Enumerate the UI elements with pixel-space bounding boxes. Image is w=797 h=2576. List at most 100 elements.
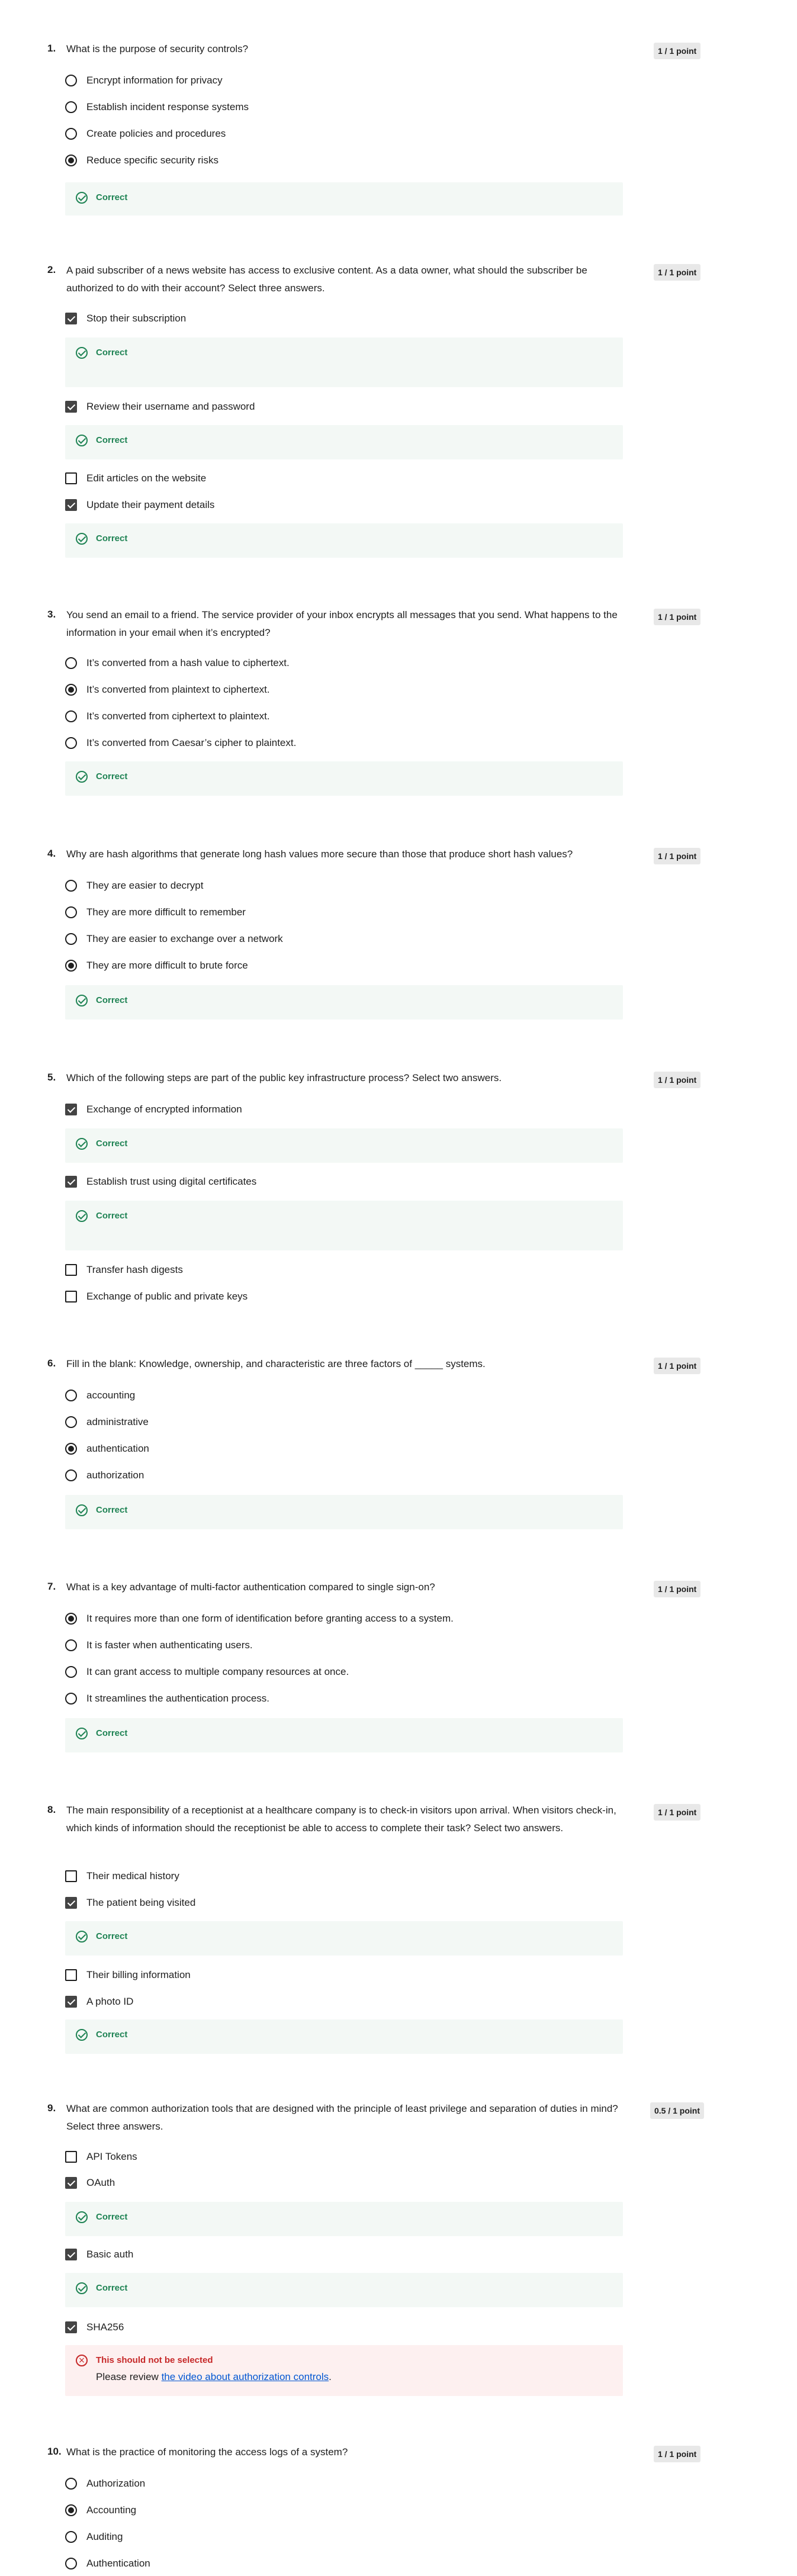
radio-button[interactable] (65, 737, 77, 749)
check-circle-icon (76, 1210, 88, 1222)
option[interactable]: Update their payment details (65, 498, 214, 512)
option-label: They are easier to decrypt (86, 880, 204, 891)
option[interactable]: API Tokens (65, 2150, 137, 2164)
option[interactable]: It can grant access to multiple company … (65, 1665, 349, 1679)
option-label: The patient being visited (86, 1897, 196, 1908)
option[interactable]: Accounting (65, 2503, 136, 2517)
review-link[interactable]: the video about authorization controls (162, 2371, 329, 2382)
radio-button[interactable] (65, 128, 77, 140)
option[interactable]: It is faster when authenticating users. (65, 1638, 253, 1652)
radio-button[interactable] (65, 933, 77, 945)
option[interactable]: Review their username and password (65, 400, 255, 414)
option[interactable]: Basic auth (65, 2247, 133, 2262)
option[interactable]: Edit articles on the website (65, 471, 206, 485)
radio-button[interactable] (65, 710, 77, 722)
option[interactable]: accounting (65, 1388, 135, 1403)
radio-button-selected[interactable] (65, 1443, 77, 1455)
option-label: accounting (86, 1390, 136, 1401)
option[interactable]: authentication (65, 1442, 149, 1456)
option[interactable]: It requires more than one form of identi… (65, 1612, 454, 1626)
option-label: Exchange of public and private keys (86, 1291, 248, 1302)
option[interactable]: They are more difficult to brute force (65, 959, 248, 973)
radio-button[interactable] (65, 2478, 77, 2490)
checkbox-checked[interactable] (65, 2177, 77, 2189)
option[interactable]: They are easier to exchange over a netwo… (65, 932, 283, 946)
checkbox-checked[interactable] (65, 1176, 77, 1188)
points-badge: 1 / 1 point (654, 1358, 701, 1374)
option-label: administrative (86, 1416, 149, 1427)
option[interactable]: Transfer hash digests (65, 1263, 183, 1277)
checkbox[interactable] (65, 1264, 77, 1276)
points-badge: 1 / 1 point (654, 2446, 701, 2462)
radio-button-selected[interactable] (65, 155, 77, 166)
radio-button-selected[interactable] (65, 2504, 77, 2516)
option[interactable]: SHA256 (65, 2320, 124, 2334)
checkbox-checked[interactable] (65, 1996, 77, 2008)
option[interactable]: administrative (65, 1415, 149, 1429)
option[interactable]: A photo ID (65, 1995, 133, 2009)
feedback-correct: Correct (65, 2202, 623, 2236)
radio-button-selected[interactable] (65, 684, 77, 696)
option[interactable]: Stop their subscription (65, 311, 186, 326)
checkbox[interactable] (65, 2151, 77, 2163)
feedback-label: Correct (96, 1139, 128, 1149)
checkbox-checked[interactable] (65, 499, 77, 511)
option[interactable]: They are more difficult to remember (65, 905, 246, 919)
option[interactable]: Their medical history (65, 1869, 179, 1883)
radio-button-selected[interactable] (65, 960, 77, 972)
option-label: API Tokens (86, 2151, 137, 2162)
radio-button[interactable] (65, 906, 77, 918)
option[interactable]: It’s converted from plaintext to ciphert… (65, 683, 270, 697)
option[interactable]: It streamlines the authentication proces… (65, 1691, 269, 1706)
option[interactable]: Establish incident response systems (65, 100, 249, 114)
radio-button[interactable] (65, 1469, 77, 1481)
checkbox[interactable] (65, 1969, 77, 1981)
option[interactable]: Reduce specific security risks (65, 153, 218, 168)
option[interactable]: Auditing (65, 2530, 123, 2544)
option[interactable]: Their billing information (65, 1968, 191, 1982)
checkbox-checked[interactable] (65, 2249, 77, 2260)
feedback-label: Correct (96, 1728, 128, 1738)
option[interactable]: Create policies and procedures (65, 127, 226, 141)
option-label: SHA256 (86, 2321, 124, 2333)
radio-button[interactable] (65, 1693, 77, 1705)
checkbox-checked[interactable] (65, 1897, 77, 1909)
option[interactable]: The patient being visited (65, 1896, 195, 1910)
checkbox[interactable] (65, 1870, 77, 1882)
question-text: What is the practice of monitoring the a… (66, 2446, 348, 2458)
checkbox-checked[interactable] (65, 1104, 77, 1115)
option[interactable]: Exchange of public and private keys (65, 1289, 248, 1304)
radio-button[interactable] (65, 1416, 77, 1428)
option-label: It requires more than one form of identi… (86, 1613, 454, 1624)
option[interactable]: Authorization (65, 2477, 145, 2491)
feedback-correct: Correct (65, 1495, 623, 1529)
option[interactable]: Encrypt information for privacy (65, 73, 223, 88)
option[interactable]: It’s converted from ciphertext to plaint… (65, 709, 270, 723)
option[interactable]: It’s converted from Caesar’s cipher to p… (65, 736, 296, 750)
radio-button[interactable] (65, 1639, 77, 1651)
option[interactable]: OAuth (65, 2176, 115, 2190)
radio-button[interactable] (65, 75, 77, 86)
radio-button[interactable] (65, 2531, 77, 2543)
option[interactable]: Exchange of encrypted information (65, 1102, 242, 1117)
feedback-label: Correct (96, 771, 128, 782)
checkbox-checked[interactable] (65, 2321, 77, 2333)
radio-button[interactable] (65, 2558, 77, 2569)
option[interactable]: Authentication (65, 2556, 150, 2571)
radio-button[interactable] (65, 1666, 77, 1678)
radio-button[interactable] (65, 101, 77, 113)
checkbox-checked[interactable] (65, 401, 77, 413)
radio-button[interactable] (65, 880, 77, 892)
review-suffix: . (329, 2371, 332, 2382)
checkbox[interactable] (65, 1291, 77, 1303)
option[interactable]: authorization (65, 1468, 144, 1482)
radio-button[interactable] (65, 657, 77, 669)
checkbox[interactable] (65, 472, 77, 484)
option[interactable]: Establish trust using digital certificat… (65, 1175, 256, 1189)
checkbox-checked[interactable] (65, 313, 77, 324)
option[interactable]: They are easier to decrypt (65, 879, 203, 893)
option-label: They are easier to exchange over a netwo… (86, 933, 283, 944)
radio-button[interactable] (65, 1390, 77, 1401)
radio-button-selected[interactable] (65, 1613, 77, 1625)
option[interactable]: It’s converted from a hash value to ciph… (65, 656, 290, 670)
